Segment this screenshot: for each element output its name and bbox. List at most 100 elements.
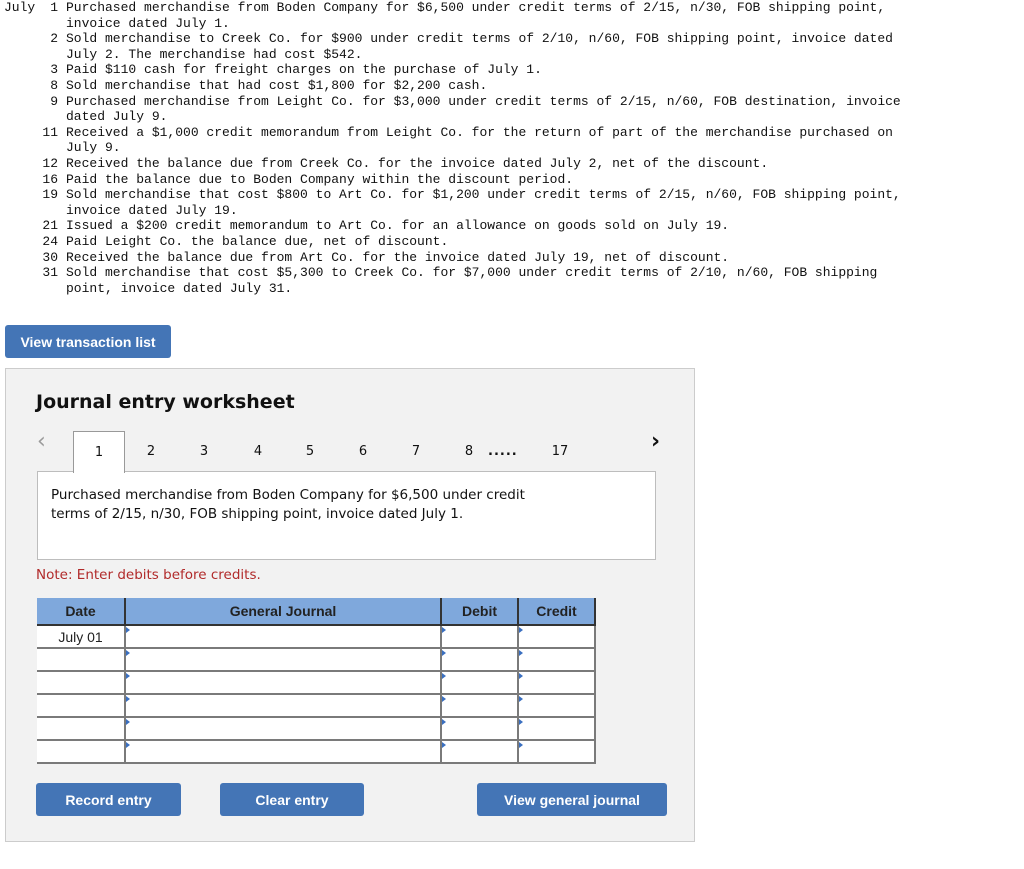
- date-cell: July 01: [37, 625, 126, 649]
- transaction-item: 9 Purchased merchandise from Leight Co. …: [4, 94, 986, 125]
- account-input[interactable]: [126, 649, 440, 670]
- tab-2[interactable]: 2: [125, 431, 177, 471]
- transaction-item: 8 Sold merchandise that had cost $1,800 …: [4, 78, 986, 94]
- account-input[interactable]: [126, 672, 440, 693]
- transaction-day: 12: [42, 155, 58, 171]
- debit-cell[interactable]: [440, 693, 519, 718]
- credit-cell[interactable]: [517, 716, 596, 741]
- view-general-journal-button[interactable]: View general journal: [477, 783, 667, 816]
- transaction-text: Received a $1,000 credit memorandum from…: [66, 124, 893, 156]
- table-row: [37, 739, 596, 764]
- date-cell: [37, 694, 126, 718]
- date-cell: [37, 671, 126, 695]
- transaction-day: 3: [50, 62, 58, 78]
- journal-table: Date General Journal Debit Credit July 0…: [37, 598, 596, 764]
- transaction-item: 2 Sold merchandise to Creek Co. for $900…: [4, 31, 986, 62]
- header-credit: Credit: [518, 598, 596, 626]
- debit-cell[interactable]: [440, 670, 519, 695]
- transaction-text: Sold merchandise that cost $800 to Art C…: [66, 187, 901, 218]
- account-input[interactable]: [126, 718, 440, 739]
- transaction-list: July 1 Purchased merchandise from Boden …: [4, 0, 986, 296]
- tab-4[interactable]: 4: [232, 431, 284, 471]
- record-entry-button[interactable]: Record entry: [36, 783, 181, 816]
- account-cell[interactable]: [124, 693, 442, 718]
- account-input[interactable]: [126, 626, 440, 647]
- credit-input[interactable]: [519, 695, 594, 716]
- debit-input[interactable]: [442, 672, 517, 693]
- date-cell: [37, 740, 126, 764]
- date-cell: [37, 717, 126, 741]
- debit-cell[interactable]: [440, 739, 519, 764]
- account-cell[interactable]: [124, 670, 442, 695]
- transaction-item: 30 Received the balance due from Art Co.…: [4, 250, 986, 266]
- tab-6[interactable]: 6: [337, 431, 389, 471]
- account-cell[interactable]: [124, 624, 442, 649]
- transaction-text: Paid the balance due to Boden Company wi…: [66, 171, 574, 187]
- tab-1[interactable]: 1: [73, 431, 125, 473]
- transaction-item: 24 Paid Leight Co. the balance due, net …: [4, 234, 986, 250]
- tab-7[interactable]: 7: [390, 431, 442, 471]
- transaction-text: Received the balance due from Art Co. fo…: [66, 249, 730, 265]
- transaction-day: 30: [42, 249, 58, 265]
- credit-cell[interactable]: [517, 670, 596, 695]
- table-row: [37, 647, 596, 672]
- debit-input[interactable]: [442, 626, 517, 647]
- tab-ellipsis: .....: [488, 443, 518, 459]
- debit-cell[interactable]: [440, 716, 519, 741]
- debit-input[interactable]: [442, 649, 517, 670]
- debit-input[interactable]: [442, 695, 517, 716]
- transaction-item: 21 Issued a $200 credit memorandum to Ar…: [4, 218, 986, 234]
- transaction-text: Purchased merchandise from Boden Company…: [66, 0, 886, 31]
- transaction-text: Purchased merchandise from Leight Co. fo…: [66, 93, 901, 125]
- transaction-text: Paid $110 cash for freight charges on th…: [66, 62, 542, 78]
- tab-17[interactable]: 17: [534, 431, 586, 471]
- debit-input[interactable]: [442, 741, 517, 762]
- debit-cell[interactable]: [440, 647, 519, 672]
- credit-input[interactable]: [519, 672, 594, 693]
- chevron-right-icon[interactable]: ›: [651, 429, 660, 454]
- transaction-item: 16 Paid the balance due to Boden Company…: [4, 172, 986, 188]
- transaction-text: Received the balance due from Creek Co. …: [66, 155, 769, 171]
- account-cell[interactable]: [124, 716, 442, 741]
- date-cell: [37, 648, 126, 672]
- credit-cell[interactable]: [517, 647, 596, 672]
- tab-3[interactable]: 3: [178, 431, 230, 471]
- transaction-text: Sold merchandise that cost $5,300 to Cre…: [66, 265, 878, 296]
- credit-cell[interactable]: [517, 693, 596, 718]
- transaction-text: Issued a $200 credit memorandum to Art C…: [66, 218, 730, 234]
- transaction-day: 2: [50, 31, 58, 47]
- transaction-day: 24: [42, 233, 58, 249]
- transaction-item: 11 Received a $1,000 credit memorandum f…: [4, 125, 986, 156]
- month-label: July: [4, 0, 36, 15]
- note-text: Note: Enter debits before credits.: [36, 567, 261, 583]
- account-cell[interactable]: [124, 647, 442, 672]
- account-input[interactable]: [126, 741, 440, 762]
- transaction-description-box: Purchased merchandise from Boden Company…: [37, 471, 656, 560]
- table-row: [37, 716, 596, 741]
- credit-input[interactable]: [519, 626, 594, 647]
- credit-input[interactable]: [519, 649, 594, 670]
- transaction-day: 11: [42, 124, 58, 140]
- credit-input[interactable]: [519, 718, 594, 739]
- worksheet-title: Journal entry worksheet: [36, 391, 295, 413]
- credit-cell[interactable]: [517, 624, 596, 649]
- transaction-item: July 1 Purchased merchandise from Boden …: [4, 0, 986, 31]
- clear-entry-button[interactable]: Clear entry: [220, 783, 364, 816]
- transaction-day: 16: [42, 171, 58, 187]
- transaction-text: Paid Leight Co. the balance due, net of …: [66, 233, 449, 249]
- transaction-day: 19: [42, 187, 58, 203]
- table-row: [37, 670, 596, 695]
- transaction-item: 19 Sold merchandise that cost $800 to Ar…: [4, 187, 986, 218]
- view-transaction-list-button[interactable]: View transaction list: [5, 325, 171, 358]
- transaction-day: 8: [50, 77, 58, 93]
- debit-input[interactable]: [442, 718, 517, 739]
- transaction-item: 31 Sold merchandise that cost $5,300 to …: [4, 265, 986, 296]
- credit-input[interactable]: [519, 741, 594, 762]
- chevron-left-icon[interactable]: ‹: [37, 429, 46, 454]
- transaction-description: Purchased merchandise from Boden Company…: [51, 487, 525, 522]
- tab-5[interactable]: 5: [284, 431, 336, 471]
- debit-cell[interactable]: [440, 624, 519, 649]
- account-input[interactable]: [126, 695, 440, 716]
- credit-cell[interactable]: [517, 739, 596, 764]
- account-cell[interactable]: [124, 739, 442, 764]
